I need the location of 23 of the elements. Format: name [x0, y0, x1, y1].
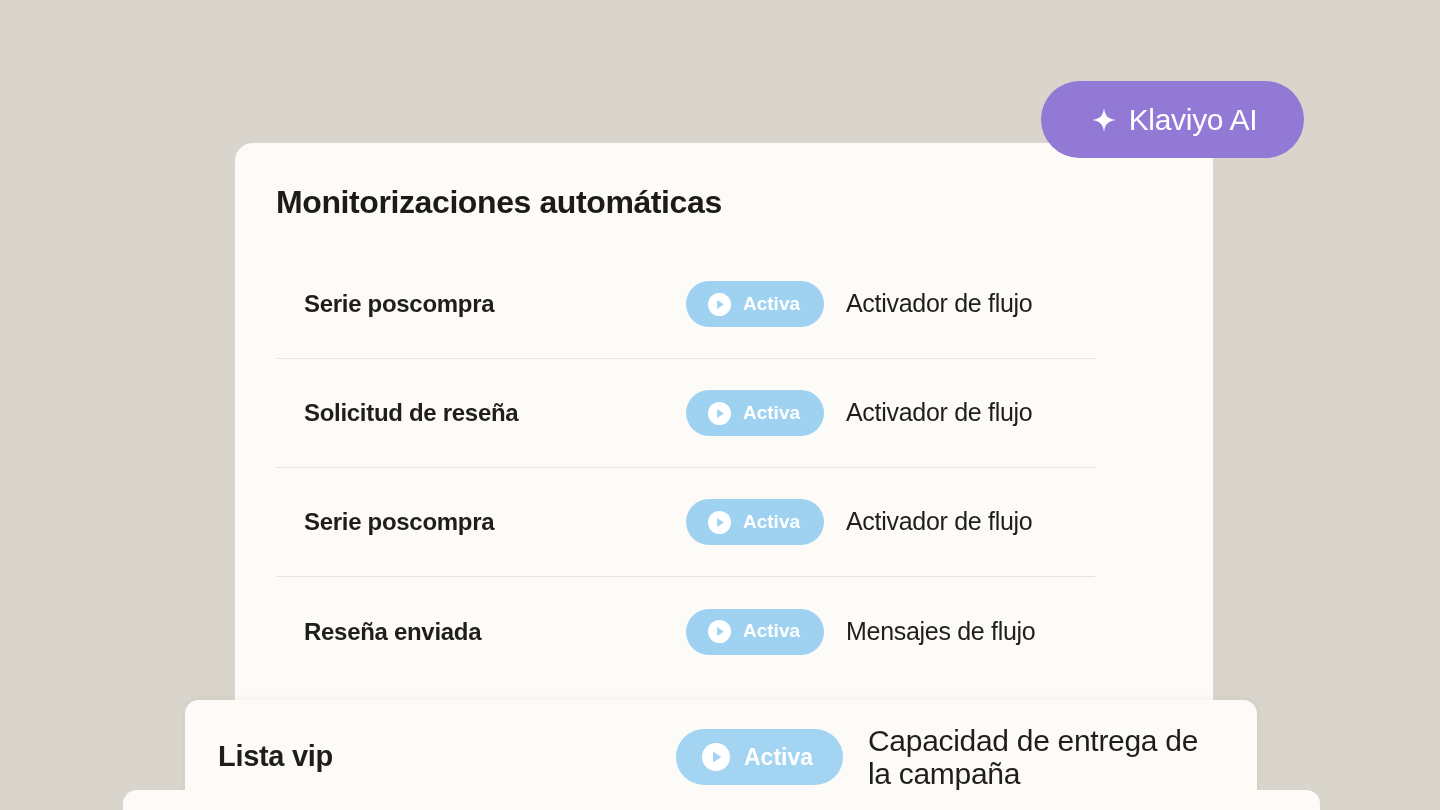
- status-label: Activa: [743, 509, 801, 534]
- play-icon: [708, 620, 731, 643]
- panel-title: Monitorizaciones automáticas: [276, 183, 722, 221]
- trigger-label: Activador de flujo: [846, 288, 1033, 320]
- ai-button[interactable]: Klaviyo AI: [1041, 81, 1304, 158]
- monitor-name: Serie poscompra: [304, 290, 495, 317]
- trigger-label: Activador de flujo: [846, 397, 1033, 429]
- monitor-name: Lista vip: [218, 740, 333, 773]
- status-label: Activa: [744, 742, 814, 772]
- play-icon: [708, 401, 731, 425]
- trigger-label: Capacidad de entrega de la campaña: [868, 724, 1200, 790]
- status-label: Activa: [743, 619, 801, 644]
- status-label: Activa: [743, 291, 801, 316]
- play-icon: [702, 743, 730, 771]
- monitor-name: Serie poscompra: [304, 508, 495, 535]
- play-icon: [708, 292, 731, 316]
- monitor-name: Reseña enviada: [304, 617, 482, 645]
- play-icon: [708, 510, 731, 534]
- trigger-label: Mensajes de flujo: [846, 615, 1036, 647]
- status-label: Activa: [743, 400, 801, 425]
- sparkle-icon: [1091, 107, 1116, 132]
- monitor-name: Solicitud de reseña: [304, 399, 519, 426]
- trigger-label: Activador de flujo: [846, 506, 1033, 538]
